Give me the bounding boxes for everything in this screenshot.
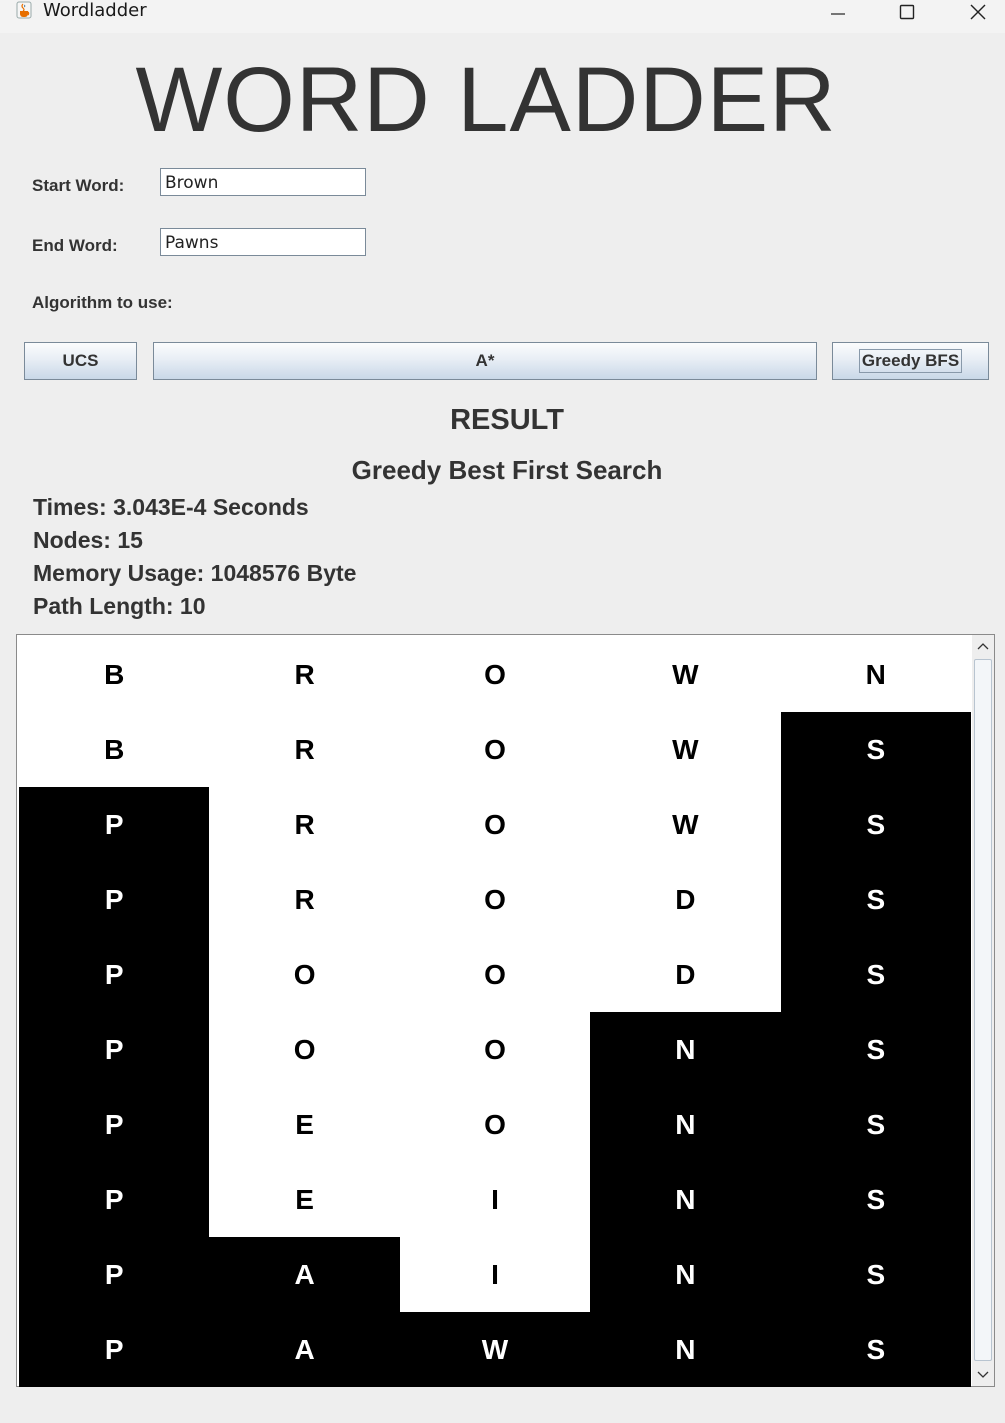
greedy-bfs-button[interactable]: Greedy BFS bbox=[832, 342, 989, 380]
ladder-cell: I bbox=[399, 1237, 591, 1312]
ladder-scroll-panel[interactable]: BROWNBROWSPROWSPRODSPOODSPOONSPEONSPEINS… bbox=[16, 634, 995, 1387]
start-word-input[interactable]: Brown bbox=[160, 168, 366, 196]
ladder-cell: P bbox=[19, 1312, 210, 1387]
scroll-up-icon[interactable] bbox=[972, 635, 994, 657]
window-title: Wordladder bbox=[43, 0, 147, 21]
start-word-label: Start Word: bbox=[32, 176, 125, 195]
result-memory: Memory Usage: 1048576 Byte bbox=[33, 560, 357, 586]
ladder-cell: R bbox=[209, 712, 400, 787]
ladder-cell: N bbox=[590, 1087, 781, 1162]
ladder-cell: O bbox=[399, 1012, 591, 1087]
ladder-cell: E bbox=[209, 1087, 400, 1162]
ladder-cell: D bbox=[590, 937, 781, 1012]
ladder-cell: S bbox=[780, 787, 971, 862]
page-title: WORD LADDER bbox=[135, 49, 837, 151]
ladder-cell: I bbox=[399, 1162, 591, 1237]
ladder-cell: S bbox=[780, 712, 971, 787]
ucs-button-label: UCS bbox=[62, 351, 99, 370]
app-window: Wordladder WORD LADDER Start Word: Brown… bbox=[0, 0, 1005, 1423]
ladder-cell: O bbox=[399, 862, 591, 937]
ladder-cell: N bbox=[590, 1012, 781, 1087]
ladder-cell: N bbox=[590, 1162, 781, 1237]
close-icon[interactable] bbox=[955, 0, 1001, 24]
ladder-cell: S bbox=[780, 1087, 971, 1162]
scroll-down-icon[interactable] bbox=[972, 1364, 994, 1386]
ladder-cell: P bbox=[19, 937, 210, 1012]
ladder-cell: O bbox=[399, 712, 591, 787]
minimize-icon[interactable] bbox=[815, 0, 861, 24]
astar-button-label: A* bbox=[475, 351, 495, 370]
ladder-cell: P bbox=[19, 1237, 210, 1312]
ladder-cell: S bbox=[780, 937, 971, 1012]
result-algorithm-name: Greedy Best First Search bbox=[351, 455, 663, 485]
ladder-cell: S bbox=[780, 1162, 971, 1237]
ladder-cell: D bbox=[590, 862, 781, 937]
ladder-cell: A bbox=[209, 1237, 400, 1312]
vertical-scrollbar[interactable] bbox=[972, 635, 994, 1386]
ladder-cell: W bbox=[399, 1312, 591, 1387]
algorithm-label: Algorithm to use: bbox=[32, 293, 173, 312]
end-word-input[interactable]: Pawns bbox=[160, 228, 366, 256]
ladder-cell: O bbox=[209, 937, 400, 1012]
ladder-cell: E bbox=[209, 1162, 400, 1237]
result-nodes: Nodes: 15 bbox=[33, 527, 143, 553]
result-heading: RESULT bbox=[450, 404, 564, 436]
result-path-length: Path Length: 10 bbox=[33, 593, 206, 619]
ladder-cell: R bbox=[209, 862, 400, 937]
ladder-cell: P bbox=[19, 862, 210, 937]
ladder-cell: S bbox=[780, 1312, 971, 1387]
astar-button[interactable]: A* bbox=[153, 342, 817, 380]
ladder-cell: O bbox=[399, 1087, 591, 1162]
ladder-cell: R bbox=[209, 787, 400, 862]
ladder-cell: S bbox=[780, 1012, 971, 1087]
ladder-cell: B bbox=[19, 712, 210, 787]
ladder-cell: O bbox=[399, 637, 591, 712]
ladder-cell: P bbox=[19, 1087, 210, 1162]
ladder-cell: A bbox=[209, 1312, 400, 1387]
scrollbar-thumb[interactable] bbox=[974, 659, 992, 1361]
title-bar[interactable]: Wordladder bbox=[0, 0, 1005, 33]
greedy-bfs-button-label: Greedy BFS bbox=[858, 349, 963, 373]
ladder-cell: W bbox=[590, 637, 781, 712]
ladder-cell: R bbox=[209, 637, 400, 712]
ladder-cell: S bbox=[780, 1237, 971, 1312]
ladder-cell: O bbox=[209, 1012, 400, 1087]
ladder-cell: N bbox=[780, 637, 971, 712]
ladder-cell: O bbox=[399, 787, 591, 862]
ladder-cell: N bbox=[590, 1237, 781, 1312]
ladder-cell: P bbox=[19, 1162, 210, 1237]
ladder-cell: W bbox=[590, 787, 781, 862]
ladder-cell: O bbox=[399, 937, 591, 1012]
end-word-label: End Word: bbox=[32, 236, 118, 255]
ucs-button[interactable]: UCS bbox=[24, 342, 137, 380]
ladder-cell: P bbox=[19, 1012, 210, 1087]
ladder-grid: BROWNBROWSPROWSPRODSPOODSPOONSPEONSPEINS… bbox=[19, 637, 971, 1387]
ladder-cell: N bbox=[590, 1312, 781, 1387]
java-cup-icon bbox=[14, 0, 34, 20]
ladder-cell: S bbox=[780, 862, 971, 937]
maximize-icon[interactable] bbox=[884, 0, 930, 24]
result-time: Times: 3.043E-4 Seconds bbox=[33, 494, 309, 520]
ladder-cell: P bbox=[19, 787, 210, 862]
ladder-cell: W bbox=[590, 712, 781, 787]
ladder-cell: B bbox=[19, 637, 210, 712]
